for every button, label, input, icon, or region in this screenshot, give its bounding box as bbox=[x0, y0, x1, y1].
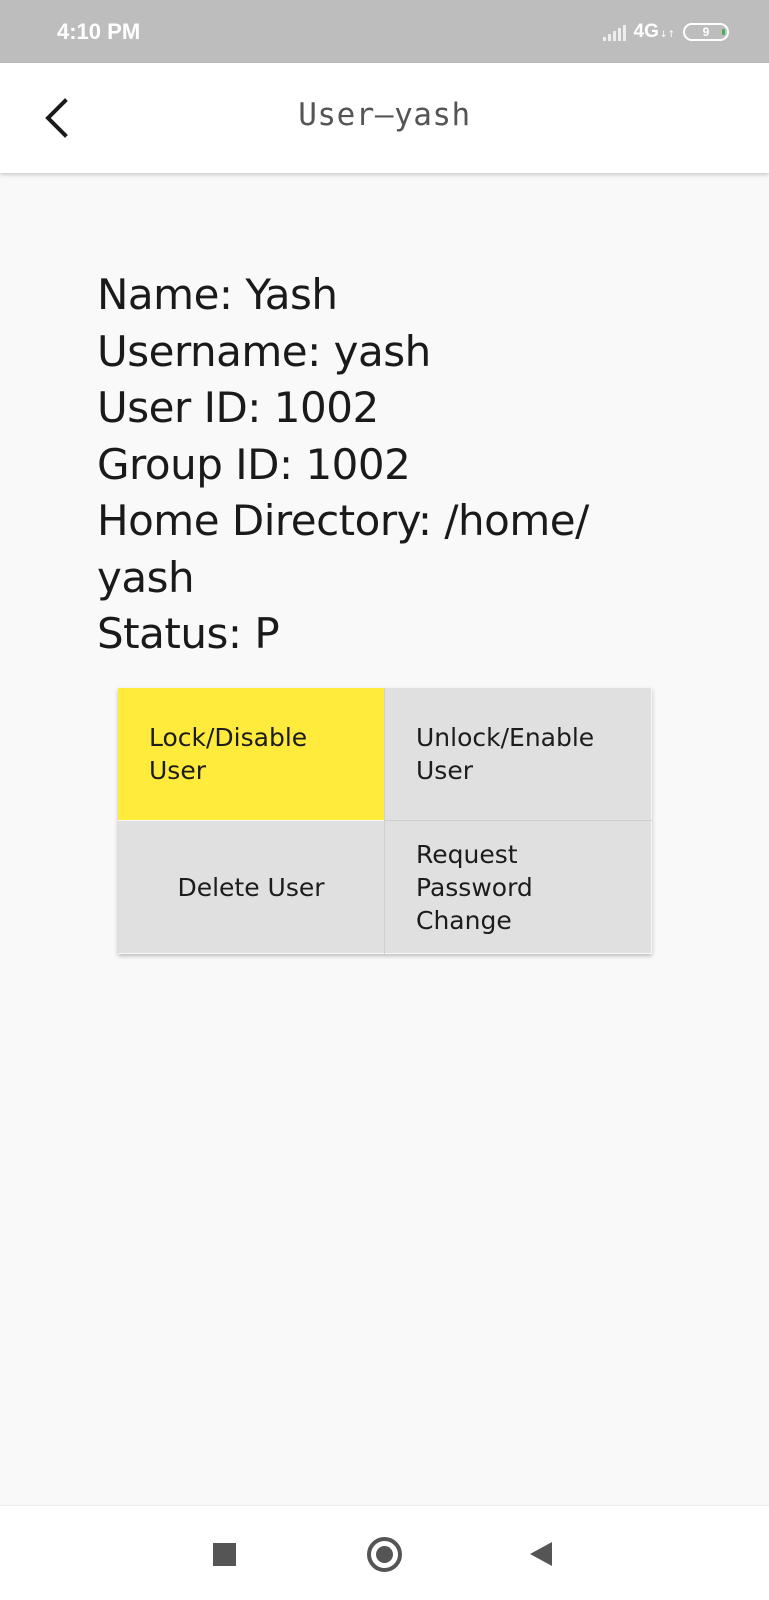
request-password-button-label: Request Password Change bbox=[416, 838, 533, 937]
user-actions-grid: Lock/Disable User Unlock/Enable User Del… bbox=[118, 688, 652, 954]
signal-icon bbox=[602, 23, 628, 41]
group-id-line: Group ID: 1002 bbox=[97, 439, 411, 489]
lock-label-line: User bbox=[149, 756, 206, 785]
lock-disable-user-button[interactable]: Lock/Disable User bbox=[118, 688, 384, 820]
unlock-button-label: Unlock/Enable User bbox=[416, 721, 594, 787]
lock-label-line: Lock/Disable bbox=[149, 723, 308, 752]
status-line: Status: P bbox=[97, 609, 280, 658]
unlock-label-line: Unlock/Enable bbox=[416, 723, 595, 752]
page-title: User–yash bbox=[298, 97, 471, 133]
status-time: 4:10 PM bbox=[57, 19, 141, 44]
app-bar: User–yash bbox=[0, 63, 769, 173]
battery-icon: 9 bbox=[683, 23, 729, 41]
lock-button-label: Lock/Disable User bbox=[149, 721, 307, 787]
battery-charge-indicator bbox=[722, 29, 725, 35]
grid-divider bbox=[384, 820, 652, 821]
network-type-label: 4G bbox=[633, 21, 659, 42]
request-label-line: Request bbox=[416, 839, 518, 869]
network-activity-icon: ↓↑ bbox=[659, 30, 675, 40]
name-line: Name: Yash bbox=[97, 270, 338, 319]
delete-user-button[interactable]: Delete User bbox=[118, 821, 384, 953]
request-label-line: Change bbox=[416, 905, 512, 935]
battery-level: 9 bbox=[702, 25, 710, 39]
unlock-label-line: User bbox=[416, 756, 473, 785]
user-info: Name: Yash Username: yash User ID: 1002 … bbox=[97, 267, 657, 663]
status-icons: 4G ↓↑ 9 bbox=[602, 20, 729, 44]
request-password-change-button[interactable]: Request Password Change bbox=[385, 821, 651, 953]
home-directory-line-continued: yash bbox=[97, 552, 195, 602]
recents-square-icon[interactable] bbox=[213, 1543, 236, 1566]
system-nav-bar bbox=[0, 1505, 769, 1600]
delete-button-label: Delete User bbox=[177, 872, 325, 902]
username-line: Username: yash bbox=[97, 326, 431, 376]
user-id-line: User ID: 1002 bbox=[97, 383, 379, 432]
home-directory-line: Home Directory: /home/ bbox=[97, 496, 589, 545]
request-label-line: Password bbox=[416, 872, 533, 902]
status-bar: 4:10 PM 4G ↓↑ 9 bbox=[0, 0, 769, 63]
back-triangle-icon[interactable] bbox=[530, 1542, 552, 1566]
unlock-enable-user-button[interactable]: Unlock/Enable User bbox=[385, 688, 651, 820]
home-circle-icon[interactable] bbox=[367, 1537, 402, 1572]
grid-divider bbox=[384, 688, 385, 954]
